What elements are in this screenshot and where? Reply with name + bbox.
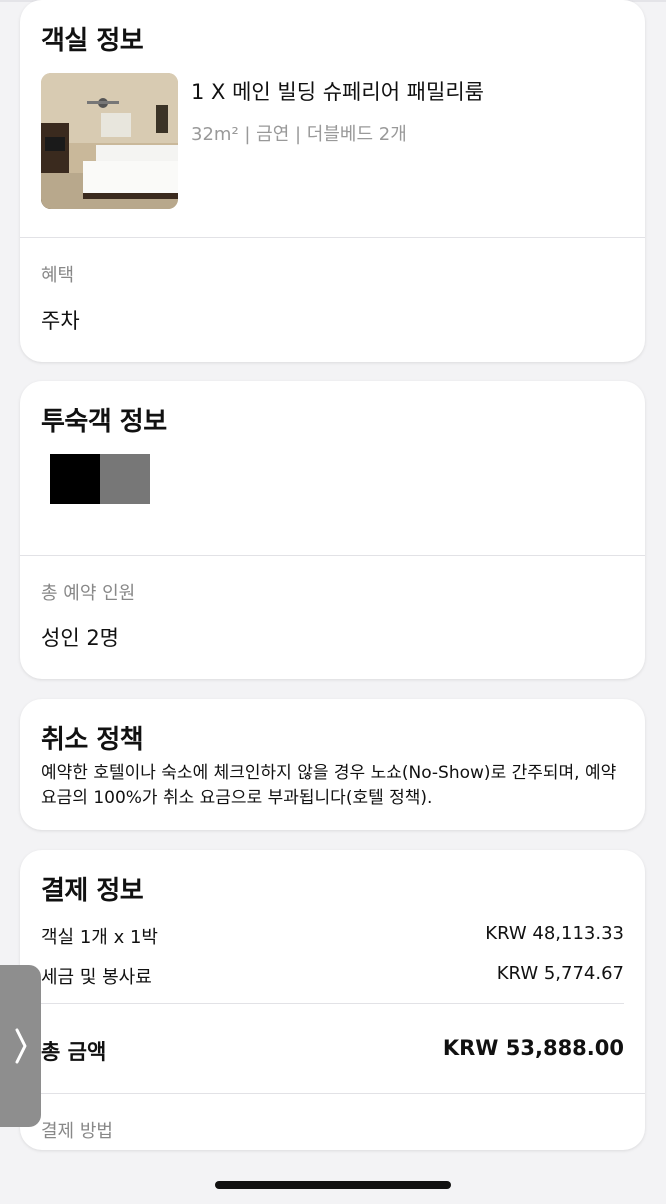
payment-row-amount: KRW 5,774.67: [496, 963, 624, 984]
policy-title: 취소 정책: [41, 725, 144, 755]
payment-method-label: 결제 방법: [41, 1121, 113, 1142]
divider: [20, 555, 645, 556]
benefit-label: 혜택: [41, 265, 75, 286]
guest-name-redacted: [50, 454, 150, 504]
room-photo[interactable]: [41, 73, 178, 209]
total-guests-label: 총 예약 인원: [41, 583, 136, 604]
room-meta: 32m² | 금연 | 더블베드 2개: [191, 124, 407, 145]
payment-total-row: 총 금액 KRW 53,888.00: [41, 1036, 624, 1066]
payment-info-title: 결제 정보: [41, 876, 144, 906]
payment-row-tax: 세금 및 봉사료 KRW 5,774.67: [41, 963, 624, 989]
payment-info-card: 결제 정보 객실 1개 x 1박 KRW 48,113.33 세금 및 봉사료 …: [20, 850, 645, 1150]
payment-row-room: 객실 1개 x 1박 KRW 48,113.33: [41, 923, 624, 949]
divider: [20, 1093, 645, 1094]
payment-row-label: 세금 및 봉사료: [41, 967, 152, 988]
room-info-card: 객실 정보 1 X 메인 빌딩 슈페리어 패밀리룸 32m² | 금연 | 더블…: [20, 0, 645, 362]
benefit-value: 주차: [41, 309, 80, 333]
cancellation-policy-card: 취소 정책 예약한 호텔이나 숙소에 체크인하지 않을 경우 노쇼(No-Sho…: [20, 699, 645, 830]
edge-panel-handle[interactable]: [0, 965, 41, 1127]
payment-row-label: 객실 1개 x 1박: [41, 927, 158, 948]
total-amount: KRW 53,888.00: [442, 1036, 624, 1060]
guest-info-card: 투숙객 정보 총 예약 인원 성인 2명: [20, 381, 645, 679]
chevron-right-icon: [15, 1028, 26, 1064]
payment-row-amount: KRW 48,113.33: [485, 923, 624, 944]
home-indicator[interactable]: [215, 1181, 451, 1189]
room-info-title: 객실 정보: [41, 26, 144, 56]
guest-info-title: 투숙객 정보: [41, 407, 167, 437]
total-label: 총 금액: [41, 1040, 107, 1064]
policy-text: 예약한 호텔이나 숙소에 체크인하지 않을 경우 노쇼(No-Show)로 간주…: [41, 763, 617, 808]
divider: [41, 1003, 624, 1004]
divider: [20, 237, 645, 238]
total-guests-value: 성인 2명: [41, 626, 119, 650]
room-name: 1 X 메인 빌딩 슈페리어 패밀리룸: [191, 80, 484, 104]
